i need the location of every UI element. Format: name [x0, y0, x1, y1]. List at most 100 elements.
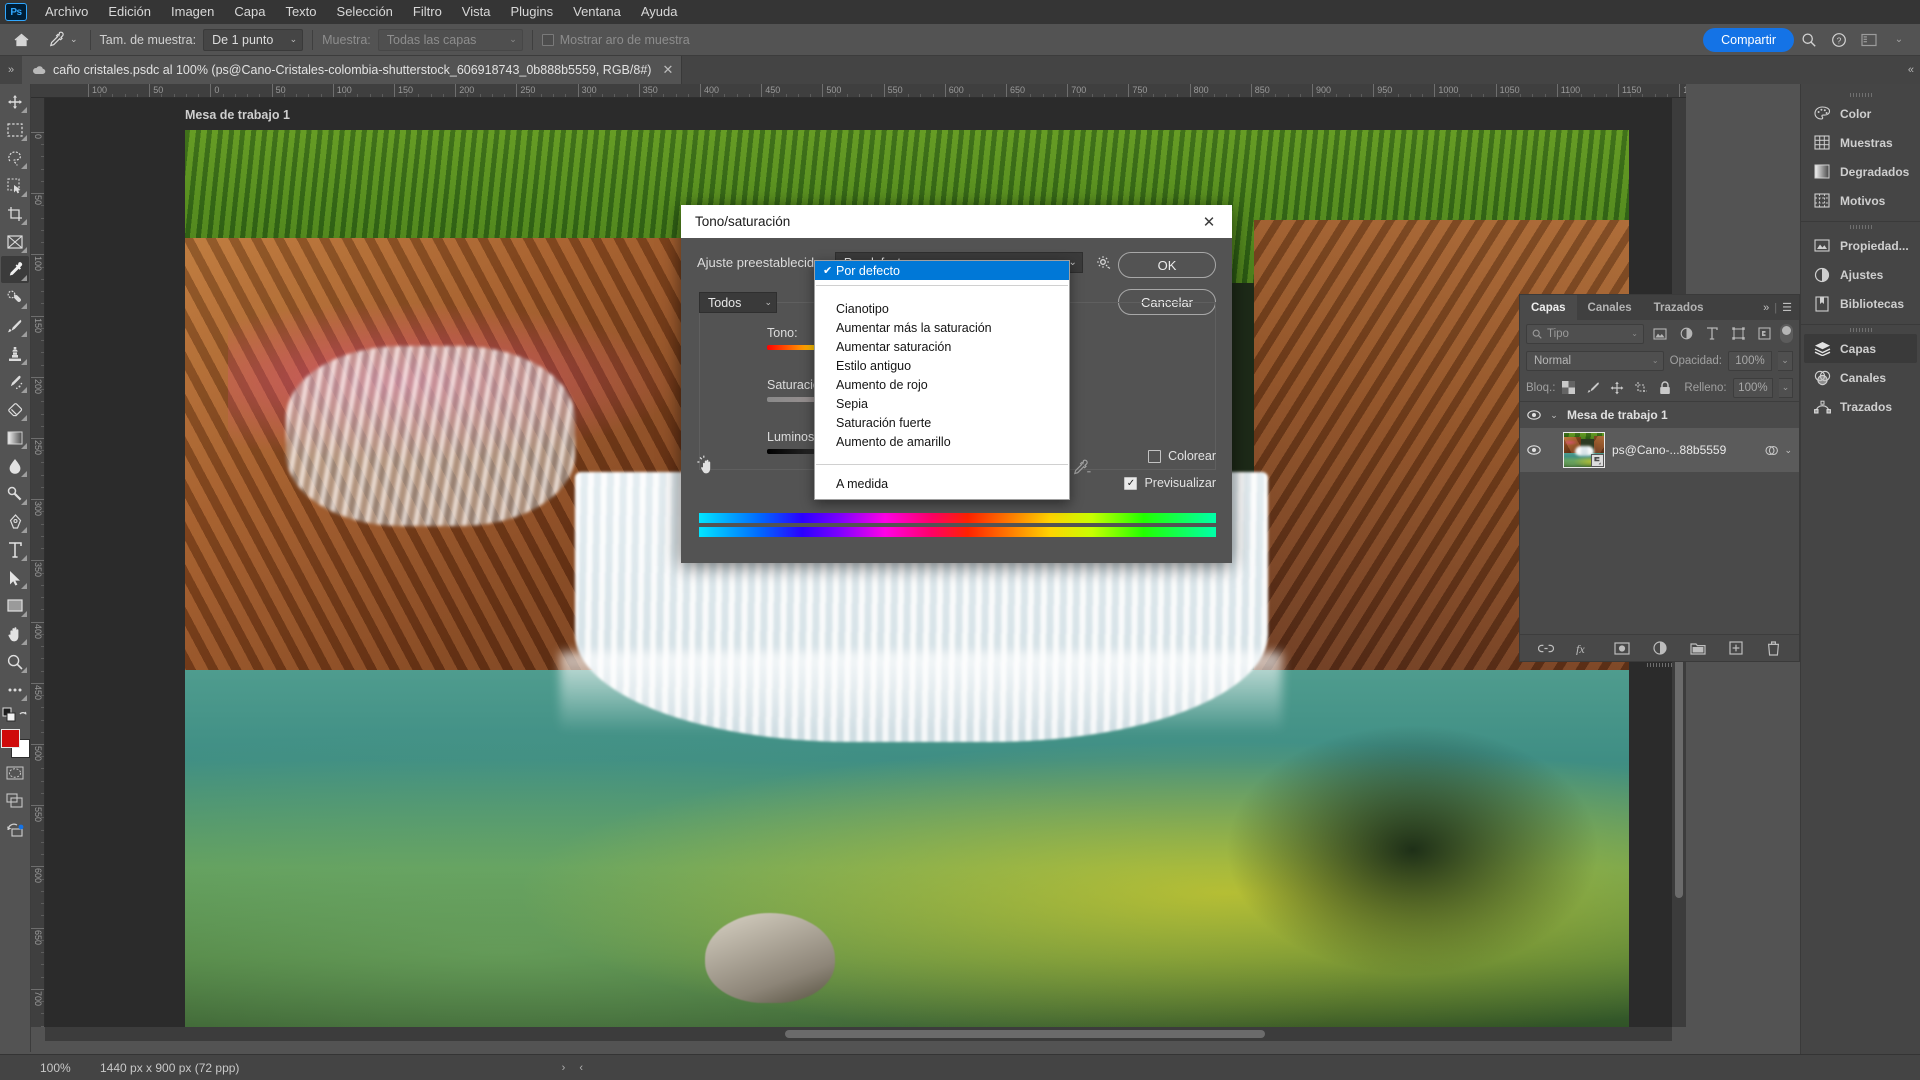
channel-select[interactable]: Todos ⌄: [699, 292, 777, 313]
history-brush-tool[interactable]: [1, 368, 29, 395]
shape-tool[interactable]: [1, 592, 29, 619]
menu-archivo[interactable]: Archivo: [35, 0, 98, 24]
scrollbar-thumb[interactable]: [785, 1030, 1265, 1038]
layer-expand-chevron-icon[interactable]: ⌄: [1784, 445, 1792, 456]
overflow-chevron-icon[interactable]: »: [1763, 302, 1769, 314]
adjustment-layer-icon[interactable]: [1651, 640, 1668, 657]
opacity-value[interactable]: 100%: [1728, 350, 1772, 371]
type-tool[interactable]: [1, 536, 29, 563]
rail-item-ajustes[interactable]: Ajustes: [1804, 260, 1917, 289]
filter-adjustment-icon[interactable]: [1676, 324, 1696, 344]
rail-grip[interactable]: [1801, 325, 1920, 334]
zoom-level[interactable]: 100%: [0, 1061, 71, 1075]
dropdown-item-a-medida[interactable]: A medida: [815, 474, 1069, 493]
foreground-color-swatch[interactable]: [1, 729, 20, 748]
menu-vista[interactable]: Vista: [452, 0, 501, 24]
artboard-expand-chevron-icon[interactable]: ⌄: [1548, 410, 1560, 421]
dodge-tool[interactable]: [1, 480, 29, 507]
rail-item-canales[interactable]: Canales: [1804, 363, 1917, 392]
rail-item-motivos[interactable]: Motivos: [1804, 186, 1917, 215]
dropdown-item-aumento-de-rojo[interactable]: Aumento de rojo: [815, 375, 1069, 394]
lock-position-icon[interactable]: [1609, 380, 1624, 395]
tabbar-collapse-right[interactable]: «: [1908, 56, 1920, 84]
fx-icon[interactable]: fx: [1575, 640, 1592, 657]
filter-type-icon[interactable]: [1702, 324, 1722, 344]
horizontal-ruler[interactable]: 100 50 0 50 100 150 200 250 300 350 400 450 500 550 60…: [31, 84, 1686, 98]
zoom-tool[interactable]: [1, 648, 29, 675]
menu-edicion[interactable]: Edición: [98, 0, 161, 24]
share-image-tool[interactable]: [1, 815, 29, 842]
vertical-ruler[interactable]: 0 50 100 150 200 250 300 350 400 450 500 550 600 650 7…: [31, 98, 45, 1027]
lasso-tool[interactable]: [1, 144, 29, 171]
status-next-arrow[interactable]: ›: [555, 1062, 573, 1074]
document-tab[interactable]: caño cristales.psdc al 100% (ps@Cano-Cri…: [22, 56, 683, 84]
crop-tool[interactable]: [1, 200, 29, 227]
menu-filtro[interactable]: Filtro: [403, 0, 452, 24]
on-image-adjust-icon[interactable]: [697, 455, 719, 477]
marquee-tool[interactable]: [1, 116, 29, 143]
menu-capa[interactable]: Capa: [224, 0, 275, 24]
close-icon[interactable]: ✕: [1196, 213, 1222, 231]
lock-artboard-nesting-icon[interactable]: [1633, 380, 1648, 395]
gear-icon[interactable]: [1093, 255, 1115, 270]
rail-item-muestras[interactable]: Muestras: [1804, 128, 1917, 157]
link-icon[interactable]: [1537, 640, 1554, 657]
tab-trazados[interactable]: Trazados: [1643, 295, 1715, 320]
brush-tool[interactable]: [1, 312, 29, 339]
search-icon[interactable]: [1794, 27, 1824, 53]
move-tool[interactable]: [1, 88, 29, 115]
rail-grip[interactable]: [1801, 222, 1920, 231]
gradient-tool[interactable]: [1, 424, 29, 451]
tab-canales[interactable]: Canales: [1577, 295, 1643, 320]
pen-tool[interactable]: [1, 508, 29, 535]
dropdown-item-por-defecto[interactable]: ✔ Por defecto: [815, 261, 1069, 280]
collapse-panel-icon[interactable]: »: [0, 56, 22, 84]
rail-grip[interactable]: [1801, 90, 1920, 99]
mask-icon[interactable]: [1613, 640, 1630, 657]
path-selection-tool[interactable]: [1, 564, 29, 591]
eraser-tool[interactable]: [1, 396, 29, 423]
eyedropper-subtract-icon[interactable]: [1072, 459, 1092, 479]
current-tool-eyedropper[interactable]: ⌄: [42, 28, 81, 52]
layer-filter-select[interactable]: Tipo ⌄: [1526, 323, 1644, 344]
fill-chevron-icon[interactable]: ⌄: [1779, 377, 1793, 398]
quick-mask-tool[interactable]: [1, 759, 29, 786]
rail-item-color[interactable]: Color: [1804, 99, 1917, 128]
menu-imagen[interactable]: Imagen: [161, 0, 224, 24]
healing-brush-tool[interactable]: [1, 284, 29, 311]
filter-shape-icon[interactable]: [1728, 324, 1748, 344]
frame-tool[interactable]: [1, 228, 29, 255]
menu-ayuda[interactable]: Ayuda: [631, 0, 688, 24]
rail-item-trazados[interactable]: Trazados: [1804, 392, 1917, 421]
object-selection-tool[interactable]: [1, 172, 29, 199]
panel-menu-icon[interactable]: ☰: [1782, 301, 1792, 314]
filter-pixel-icon[interactable]: [1650, 324, 1670, 344]
default-colors-and-swap[interactable]: [1, 704, 29, 726]
dropdown-item-estilo-antiguo[interactable]: Estilo antiguo: [815, 356, 1069, 375]
layer-visibility-icon[interactable]: [1526, 410, 1541, 420]
tab-capas[interactable]: Capas: [1520, 295, 1577, 320]
hand-tool[interactable]: [1, 620, 29, 647]
tool-preset-chevron-icon[interactable]: ⌄: [70, 34, 78, 45]
group-icon[interactable]: [1689, 640, 1706, 657]
dropdown-item-aumento-de-amarillo[interactable]: Aumento de amarillo: [815, 432, 1069, 451]
preview-checkbox[interactable]: ✓ Previsualizar: [1124, 476, 1216, 490]
filter-enable-toggle[interactable]: [1780, 324, 1793, 343]
rail-item-bibliotecas[interactable]: Bibliotecas: [1804, 289, 1917, 318]
delete-layer-icon[interactable]: [1765, 640, 1782, 657]
sample-select[interactable]: Todas las capas ⌄: [377, 28, 523, 51]
layer-visibility-icon[interactable]: [1526, 445, 1541, 455]
menu-plugins[interactable]: Plugins: [500, 0, 563, 24]
edit-toolbar-tool[interactable]: [1, 676, 29, 703]
fill-value[interactable]: 100%: [1732, 377, 1774, 398]
new-layer-icon[interactable]: [1727, 640, 1744, 657]
rail-item-propiedades[interactable]: Propiedad...: [1804, 231, 1917, 260]
share-button[interactable]: Compartir: [1703, 27, 1794, 52]
workspace-chevron-icon[interactable]: ⌄: [1884, 27, 1914, 53]
lock-image-icon[interactable]: [1585, 380, 1600, 395]
show-sampling-ring-checkbox[interactable]: Mostrar aro de muestra: [541, 33, 690, 47]
dropdown-item-cianotipo[interactable]: Cianotipo: [815, 299, 1069, 318]
blend-mode-select[interactable]: Normal ⌄: [1526, 350, 1664, 371]
screen-mode-tool[interactable]: [1, 787, 29, 814]
menu-texto[interactable]: Texto: [275, 0, 326, 24]
